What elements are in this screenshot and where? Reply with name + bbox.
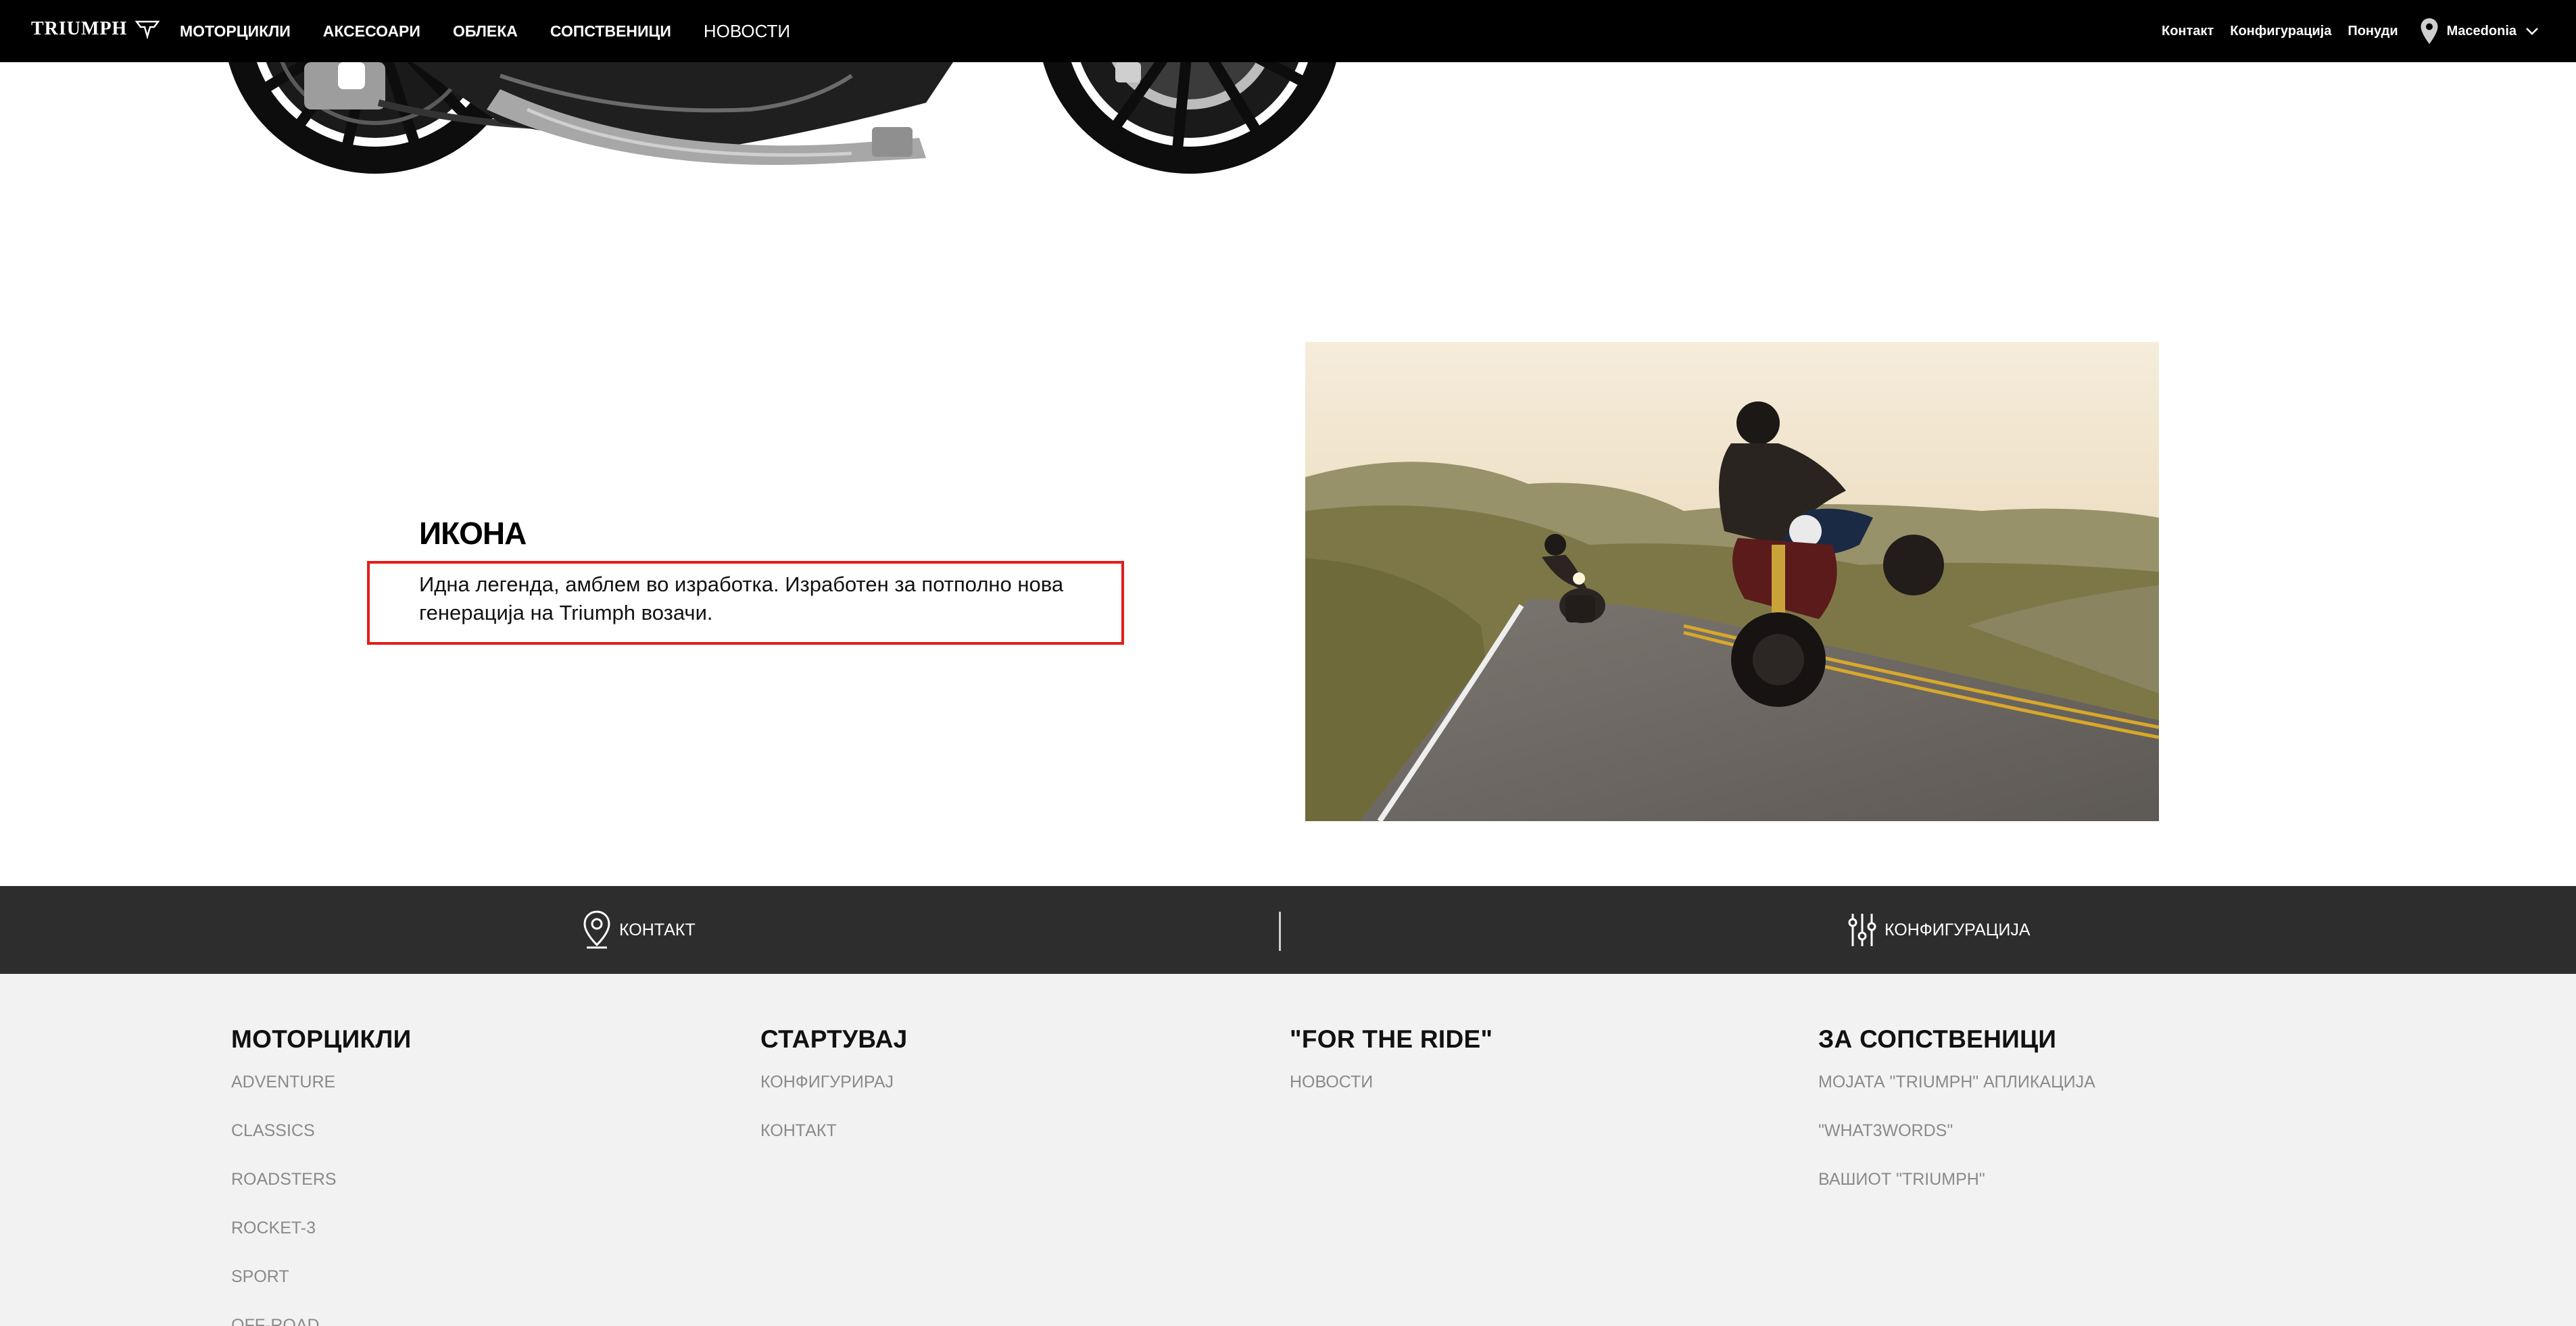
utility-nav: Контакт Конфигурација Понуди Macedonia	[2162, 0, 2539, 62]
footer-link-configure[interactable]: КОНФИГУРИРАЈ	[760, 1073, 907, 1121]
footer-link-my-triumph-app[interactable]: МОЈАТА "TRIUMPH" АПЛИКАЦИЈА	[1818, 1073, 2095, 1121]
logo-emblem-icon	[135, 20, 160, 39]
nav-accessories[interactable]: АКСЕСОАРИ	[323, 22, 420, 41]
footer-heading: "FOR THE RIDE"	[1290, 1025, 1493, 1053]
cta-divider	[1279, 912, 1281, 951]
footer-heading: МОТОРЦИКЛИ	[231, 1025, 412, 1053]
footer-link-off-road[interactable]: OFF-ROAD	[231, 1316, 412, 1326]
footer-link-roadsters[interactable]: ROADSTERS	[231, 1170, 412, 1219]
configure-cta-label: КОНФИГУРАЦИЈА	[1885, 920, 2031, 939]
util-configure-link[interactable]: Конфигурација	[2230, 24, 2331, 39]
nav-owners[interactable]: СОПСТВЕНИЦИ	[550, 22, 671, 41]
footer-link-sport[interactable]: SPORT	[231, 1267, 412, 1316]
site-footer: МОТОРЦИКЛИ ADVENTURE CLASSICS ROADSTERS …	[0, 974, 2576, 1326]
footer-column-for-the-ride: "FOR THE RIDE" НОВОСТИ	[1290, 1025, 1492, 1121]
configure-cta[interactable]: КОНФИГУРАЦИЈА	[1847, 886, 2031, 974]
location-pin-icon	[2421, 18, 2438, 44]
footer-heading: ЗА СОПСТВЕНИЦИ	[1818, 1025, 2057, 1053]
cta-strip: КОНТАКТ КОНФИГУРАЦИЈА	[0, 886, 2576, 974]
footer-link-rocket-3[interactable]: ROCKET-3	[231, 1219, 412, 1267]
nav-motorcycles[interactable]: МОТОРЦИКЛИ	[180, 22, 291, 41]
feature-description: Идна легенда, амблем во изработка. Израб…	[419, 572, 1064, 624]
nav-clothing[interactable]: ОБЛЕКА	[453, 22, 518, 41]
contact-cta[interactable]: КОНТАКТ	[581, 886, 696, 974]
main-nav: МОТОРЦИКЛИ АКСЕСОАРИ ОБЛЕКА СОПСТВЕНИЦИ …	[180, 0, 790, 62]
sliders-icon	[1848, 914, 1876, 946]
motorcycle-image-fragment	[228, 62, 1336, 174]
riders-on-road-photo	[1305, 342, 2159, 821]
contact-cta-label: КОНТАКТ	[619, 920, 696, 939]
footer-link-news[interactable]: НОВОСТИ	[1290, 1073, 1492, 1121]
chevron-down-icon	[2526, 28, 2538, 35]
util-contact-link[interactable]: Контакт	[2162, 24, 2214, 39]
logo-wordmark: TRIUMPH	[31, 18, 128, 39]
footer-column-motorcycles: МОТОРЦИКЛИ ADVENTURE CLASSICS ROADSTERS …	[231, 1025, 412, 1326]
footer-link-what3words[interactable]: "WHAT3WORDS"	[1818, 1121, 2095, 1170]
region-label: Macedonia	[2446, 23, 2517, 39]
region-selector[interactable]: Macedonia	[2420, 18, 2539, 45]
util-offers-link[interactable]: Понуди	[2348, 24, 2398, 39]
footer-column-owners: ЗА СОПСТВЕНИЦИ МОЈАТА "TRIUMPH" АПЛИКАЦИ…	[1818, 1025, 2095, 1219]
footer-link-classics[interactable]: CLASSICS	[231, 1121, 412, 1170]
site-header: TRIUMPH МОТОРЦИКЛИ АКСЕСОАРИ ОБЛЕКА СОПС…	[0, 0, 2576, 62]
feature-title: ИКОНА	[419, 516, 527, 551]
footer-column-start: СТАРТУВАЈ КОНФИГУРИРАЈ КОНТАКТ	[760, 1025, 907, 1170]
nav-news[interactable]: НОВОСТИ	[704, 21, 790, 42]
footer-heading: СТАРТУВАЈ	[760, 1025, 908, 1053]
triumph-logo[interactable]: TRIUMPH	[31, 18, 161, 41]
footer-link-your-triumph[interactable]: ВАШИОТ "TRIUMPH"	[1818, 1170, 2095, 1219]
footer-link-adventure[interactable]: ADVENTURE	[231, 1073, 412, 1121]
location-pin-icon	[583, 910, 610, 949]
footer-link-contact[interactable]: КОНТАКТ	[760, 1121, 907, 1170]
